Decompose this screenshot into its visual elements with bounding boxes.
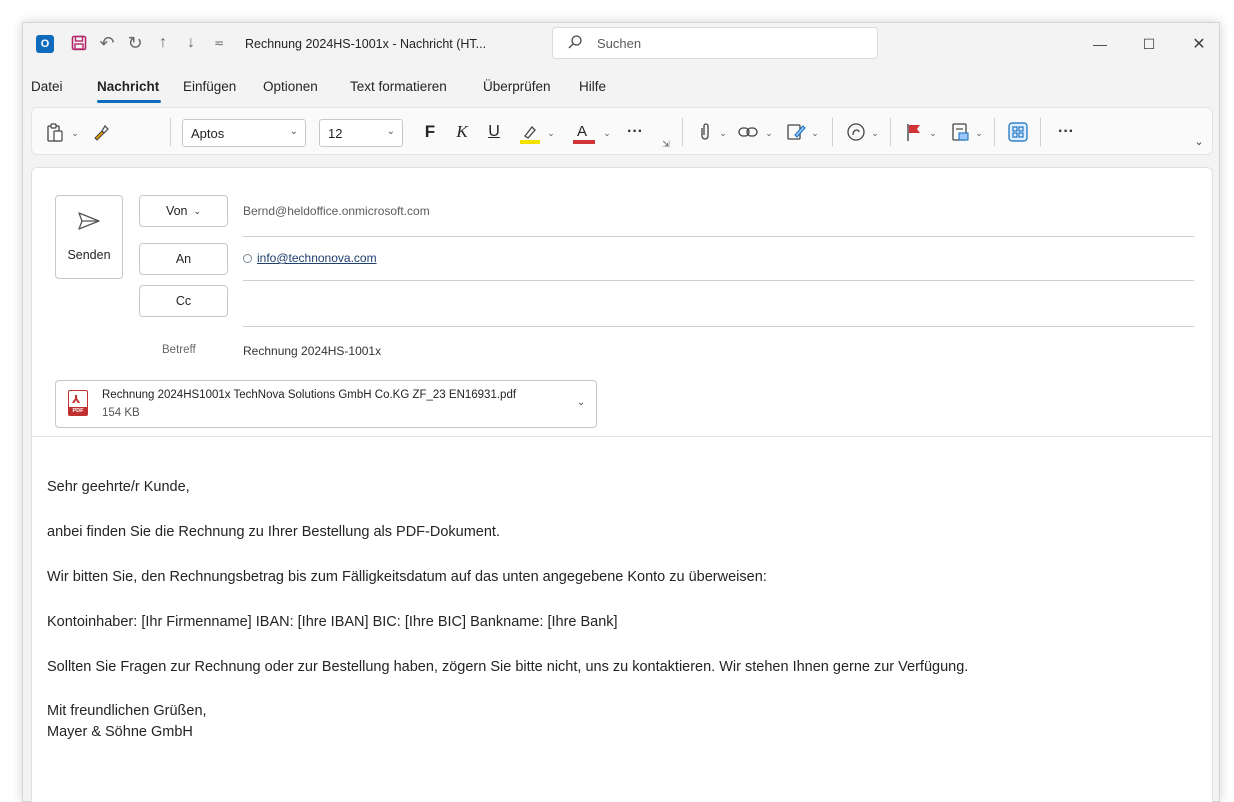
font-family-dropdown[interactable]: Aptos ⌄ (182, 119, 306, 147)
font-size-value: 12 (328, 126, 343, 141)
sensitivity-chevron-icon[interactable]: ⌄ (974, 126, 984, 140)
attachment-menu-chevron-icon[interactable]: ⌄ (577, 397, 585, 408)
signature-icon[interactable] (784, 121, 808, 143)
cc-button[interactable]: Cc (139, 285, 228, 317)
svg-text:A: A (577, 123, 587, 140)
expand-ribbon-chevron-icon[interactable]: ⌄ (1192, 134, 1206, 148)
attach-file-icon[interactable] (694, 121, 716, 143)
attach-chevron-icon[interactable]: ⌄ (718, 126, 728, 140)
body-paragraph[interactable]: Sollten Sie Fragen zur Rechnung oder zur… (47, 659, 968, 675)
menu-hilfe[interactable]: Hilfe (579, 79, 606, 94)
chevron-down-icon: ⌄ (289, 126, 298, 137)
loop-chevron-icon[interactable]: ⌄ (870, 126, 880, 140)
format-painter-icon[interactable] (90, 122, 112, 144)
customize-toolbar-icon[interactable]: ≂ (209, 33, 229, 53)
flag-chevron-icon[interactable]: ⌄ (928, 126, 938, 140)
more-formatting-button[interactable]: ··· (622, 120, 648, 144)
active-tab-indicator (97, 100, 161, 103)
attachment-card[interactable]: ⅄ PDF Rechnung 2024HS1001x TechNova Solu… (55, 380, 597, 428)
from-label: Von (165, 204, 188, 218)
title-bar: O ↶ ↻ ↑ ↓ ≂ Rechnung 2024HS-1001x - Nach… (23, 23, 1219, 67)
search-icon (568, 35, 582, 49)
highlight-icon[interactable] (516, 120, 542, 146)
body-paragraph[interactable]: Kontoinhaber: [Ihr Firmenname] IBAN: [Ih… (47, 614, 618, 630)
from-button[interactable]: Von ⌄ (139, 195, 228, 227)
ribbon-separator (1040, 118, 1041, 146)
attachment-name: Rechnung 2024HS1001x TechNova Solutions … (102, 389, 517, 401)
presence-status-icon (243, 253, 252, 263)
sensitivity-icon[interactable] (948, 121, 972, 143)
close-button[interactable]: ✕ (1182, 31, 1216, 57)
subject-input[interactable]: Rechnung 2024HS-1001x (243, 344, 381, 358)
previous-item-icon[interactable]: ↑ (153, 33, 173, 53)
search-box[interactable]: Suchen (552, 27, 878, 59)
flag-icon[interactable] (902, 121, 926, 143)
pdf-file-icon: ⅄ PDF (68, 390, 88, 416)
apps-icon[interactable] (1006, 120, 1030, 144)
redo-icon[interactable]: ↻ (125, 33, 145, 53)
from-address: Bernd@heldoffice.onmicrosoft.com (243, 204, 430, 218)
menu-datei[interactable]: Datei (31, 79, 63, 94)
font-family-value: Aptos (191, 126, 225, 141)
menu-nachricht[interactable]: Nachricht (97, 79, 159, 94)
ribbon-separator (170, 118, 171, 146)
ribbon-separator (682, 118, 683, 146)
send-label: Senden (67, 248, 111, 262)
outlook-logo-icon: O (36, 35, 54, 53)
ribbon-separator (832, 118, 833, 146)
cc-label: Cc (175, 294, 192, 308)
link-icon[interactable] (736, 121, 760, 143)
more-options-button[interactable]: ··· (1052, 120, 1080, 144)
paste-icon[interactable] (44, 122, 66, 144)
body-divider (32, 436, 1212, 437)
paste-dropdown-chevron-icon[interactable]: ⌄ (70, 126, 80, 140)
field-divider (243, 280, 1194, 281)
subject-label: Betreff (162, 344, 196, 356)
to-field[interactable]: info@technonova.com (243, 251, 377, 265)
minimize-button[interactable]: — (1083, 31, 1117, 57)
bold-button[interactable]: F (420, 120, 440, 144)
body-signature[interactable]: Mayer & Söhne GmbH (47, 724, 193, 740)
attachment-size: 154 KB (102, 407, 140, 419)
save-icon[interactable] (69, 33, 89, 53)
maximize-button[interactable]: ☐ (1132, 31, 1166, 57)
font-color-icon[interactable]: A (570, 120, 596, 146)
chevron-down-icon: ⌄ (193, 205, 202, 216)
outlook-compose-window: O ↶ ↻ ↑ ↓ ≂ Rechnung 2024HS-1001x - Nach… (22, 22, 1220, 802)
to-label: An (175, 252, 192, 266)
menu-optionen[interactable]: Optionen (263, 79, 318, 94)
field-divider (243, 236, 1194, 237)
body-paragraph[interactable]: Wir bitten Sie, den Rechnungsbetrag bis … (47, 569, 767, 585)
field-divider (243, 326, 1194, 327)
send-button[interactable]: Senden (55, 195, 123, 279)
underline-button[interactable]: U (484, 120, 504, 144)
search-placeholder: Suchen (597, 36, 642, 51)
body-paragraph[interactable]: anbei finden Sie die Rechnung zu Ihrer B… (47, 524, 500, 540)
italic-button[interactable]: K (452, 120, 472, 144)
ribbon-separator (890, 118, 891, 146)
send-icon (78, 212, 100, 230)
font-size-dropdown[interactable]: 12 ⌄ (319, 119, 403, 147)
link-chevron-icon[interactable]: ⌄ (764, 126, 774, 140)
to-button[interactable]: An (139, 243, 228, 275)
window-title: Rechnung 2024HS-1001x - Nachricht (HT... (245, 37, 487, 51)
menu-einfuegen[interactable]: Einfügen (183, 79, 236, 94)
menu-text-formatieren[interactable]: Text formatieren (350, 79, 447, 94)
menu-ueberpruefen[interactable]: Überprüfen (483, 79, 551, 94)
signature-chevron-icon[interactable]: ⌄ (810, 126, 820, 140)
undo-icon[interactable]: ↶ (97, 33, 117, 53)
body-closing[interactable]: Mit freundlichen Grüßen, (47, 703, 207, 719)
next-item-icon[interactable]: ↓ (181, 33, 201, 53)
ribbon-separator (994, 118, 995, 146)
chevron-down-icon: ⌄ (386, 126, 395, 137)
menu-bar: Datei Nachricht Einfügen Optionen Text f… (23, 76, 1219, 100)
font-color-chevron-icon[interactable]: ⌄ (602, 126, 612, 140)
compose-area: Senden Von ⌄ An Cc Bernd@heldoffice.onmi… (31, 167, 1213, 802)
recipient-address[interactable]: info@technonova.com (257, 251, 377, 265)
loop-component-icon[interactable] (844, 121, 868, 143)
highlight-chevron-icon[interactable]: ⌄ (546, 126, 556, 140)
body-greeting[interactable]: Sehr geehrte/r Kunde, (47, 479, 190, 495)
ribbon-toolbar: ⌄ Aptos ⌄ 12 ⌄ F K U ⌄ A ⌄ ··· ⇲ ⌄ ⌄ ⌄ ⌄… (31, 107, 1213, 155)
dialog-launcher-icon[interactable]: ⇲ (660, 138, 672, 150)
